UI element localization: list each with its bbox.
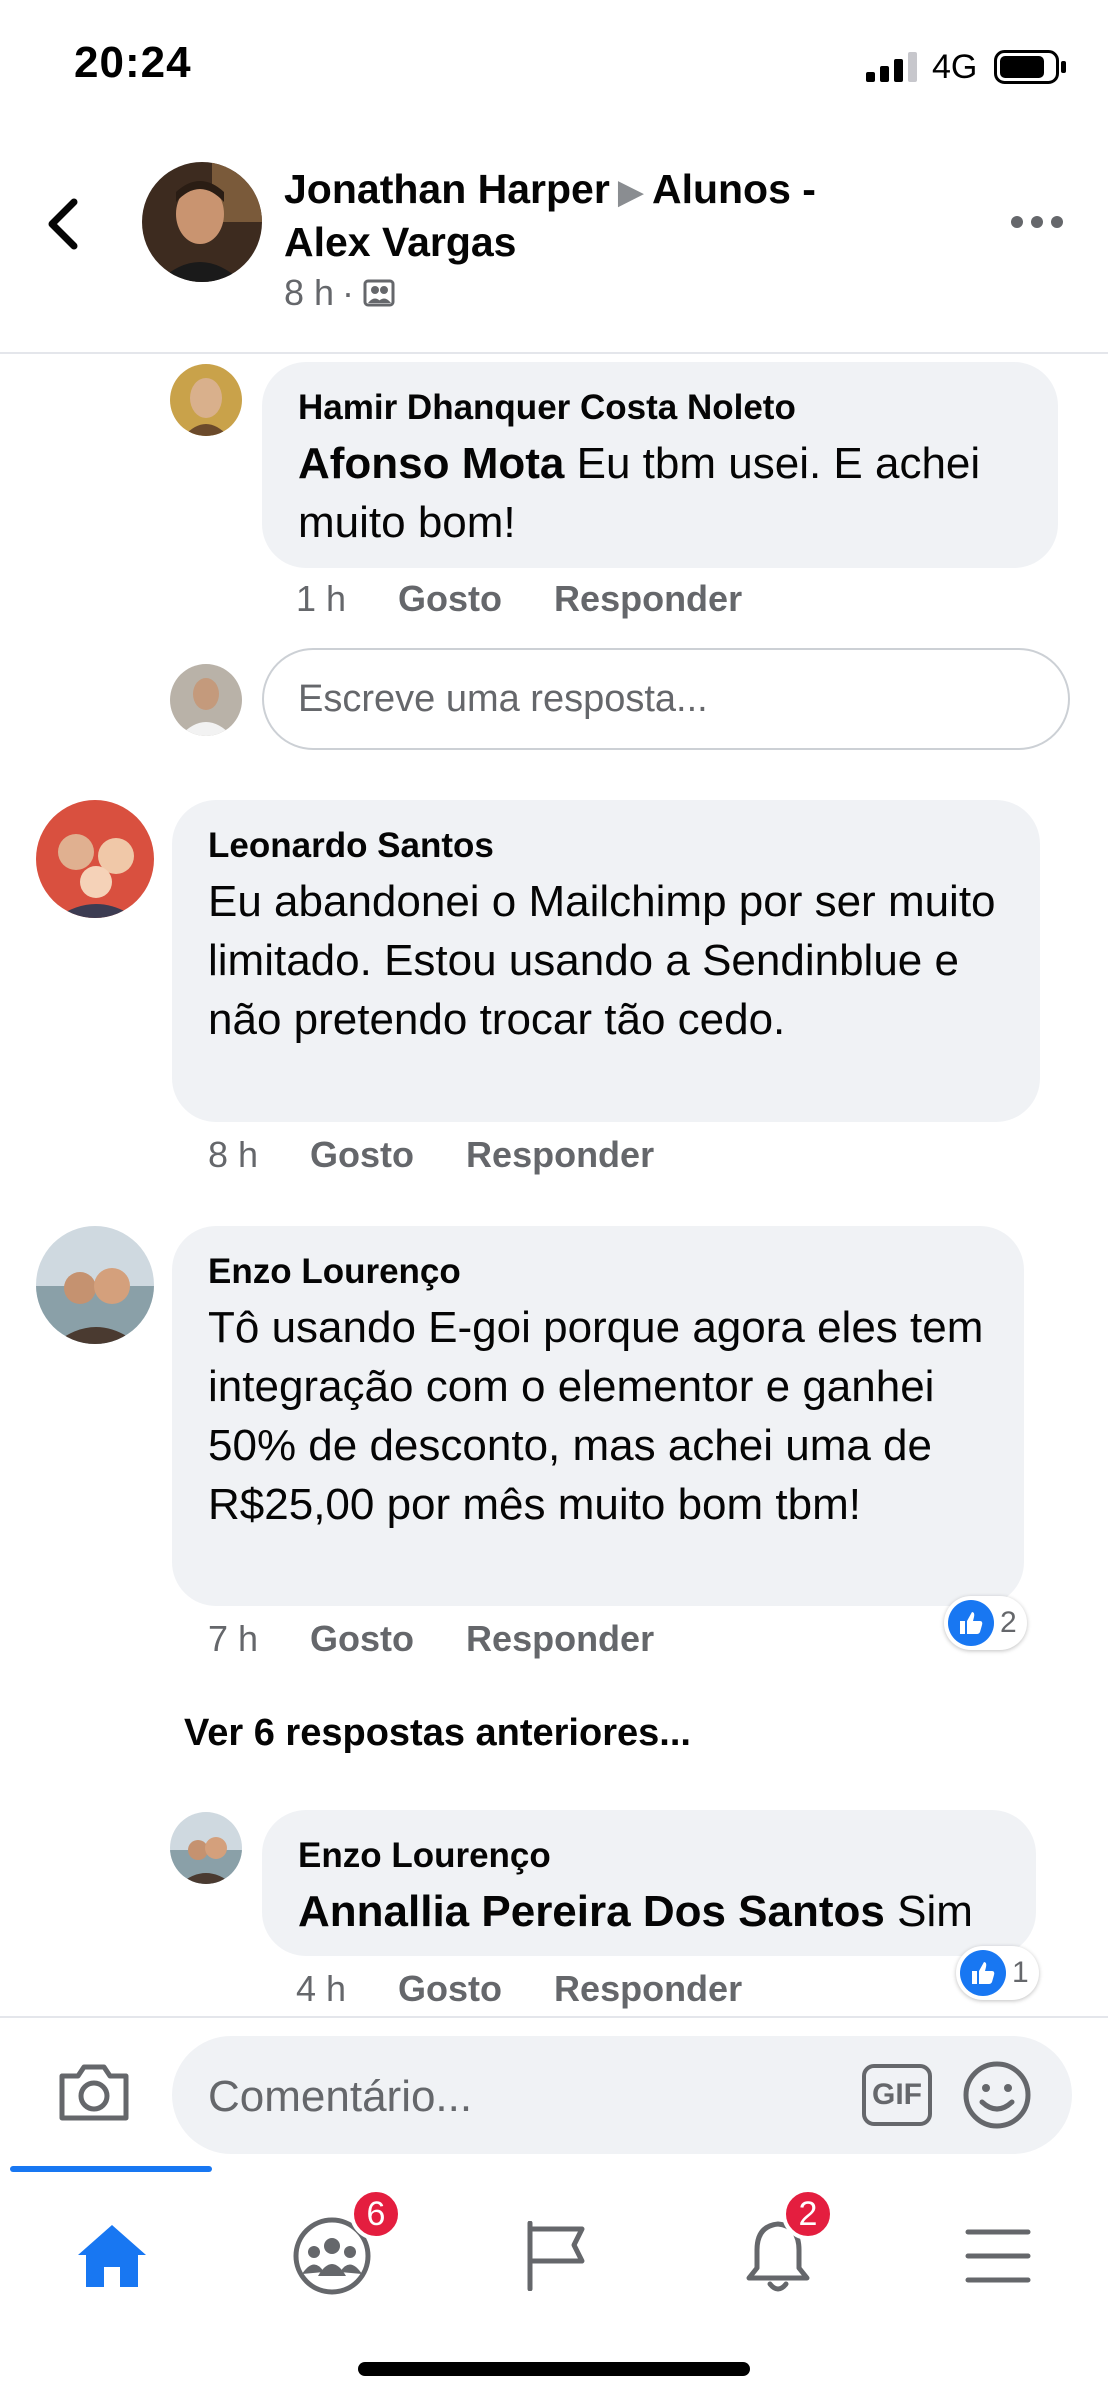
commenter-name[interactable]: Enzo Lourenço xyxy=(298,1834,1000,1878)
commenter-avatar[interactable] xyxy=(36,1226,154,1344)
like-button[interactable]: Gosto xyxy=(398,578,502,620)
nav-menu[interactable] xyxy=(938,2196,1058,2316)
home-indicator[interactable] xyxy=(358,2362,750,2376)
post-title[interactable]: Jonathan Harper ▶ Alunos - Alex Vargas xyxy=(284,164,924,267)
post-time: 8 h xyxy=(284,272,335,313)
comment-time: 4 h xyxy=(296,1968,347,2009)
group-name[interactable]: Alunos - xyxy=(652,166,816,212)
comment-actions: 4 h Gosto Responder xyxy=(296,1968,742,2010)
comment-text: Tô usando E-goi porque agora eles tem in… xyxy=(208,1303,984,1529)
status-bar: 20:24 4G xyxy=(0,0,1108,120)
battery-icon xyxy=(994,50,1066,84)
home-icon xyxy=(78,2225,146,2287)
status-time: 20:24 xyxy=(74,38,192,87)
commenter-avatar[interactable] xyxy=(170,364,242,436)
comment-bubble[interactable]: Hamir Dhanquer Costa Noleto Afonso Mota … xyxy=(262,362,1058,568)
network-type: 4G xyxy=(932,48,978,86)
emoji-icon[interactable] xyxy=(962,2060,1032,2130)
reply-button[interactable]: Responder xyxy=(554,1968,742,2010)
like-button[interactable]: Gosto xyxy=(310,1134,414,1176)
post-meta: 8 h · xyxy=(284,272,396,314)
post-header: Jonathan Harper ▶ Alunos - Alex Vargas 8 h… xyxy=(0,140,1108,354)
mention[interactable]: Afonso Mota xyxy=(298,439,564,488)
like-button[interactable]: Gosto xyxy=(398,1968,502,2010)
author-avatar[interactable] xyxy=(142,162,262,282)
reply-button[interactable]: Responder xyxy=(466,1134,654,1176)
commenter-name[interactable]: Hamir Dhanquer Costa Noleto xyxy=(298,386,1022,430)
nav-home[interactable] xyxy=(52,2196,172,2316)
active-tab-indicator xyxy=(10,2166,212,2172)
groups-badge: 6 xyxy=(350,2188,402,2240)
group-name-line2[interactable]: Alex Vargas xyxy=(284,219,517,265)
comment-actions: 8 h Gosto Responder xyxy=(208,1134,654,1176)
like-reaction-icon xyxy=(948,1600,994,1646)
comment-actions: 1 h Gosto Responder xyxy=(296,578,742,620)
reply-button[interactable]: Responder xyxy=(554,578,742,620)
camera-icon[interactable] xyxy=(56,2062,132,2124)
reply-input[interactable]: Escreve uma resposta... xyxy=(262,648,1070,750)
my-avatar xyxy=(170,664,242,736)
flag-icon xyxy=(527,2221,585,2291)
author-name[interactable]: Jonathan Harper xyxy=(284,166,610,212)
menu-icon xyxy=(965,2229,1031,2283)
reaction-count[interactable]: 1 xyxy=(956,1946,1039,2000)
shared-to-arrow-icon: ▶ xyxy=(617,173,644,211)
meta-dot: · xyxy=(342,272,355,313)
comment-bubble[interactable]: Enzo Lourenço Tô usando E-goi porque ago… xyxy=(172,1226,1024,1606)
comment-time: 7 h xyxy=(208,1618,259,1659)
view-previous-replies-link[interactable]: Ver 6 respostas anteriores... xyxy=(184,1712,691,1755)
back-arrow-icon[interactable] xyxy=(44,196,84,252)
more-options-icon[interactable] xyxy=(1010,214,1064,230)
like-button[interactable]: Gosto xyxy=(310,1618,414,1660)
comment-time: 8 h xyxy=(208,1134,259,1175)
commenter-name[interactable]: Enzo Lourenço xyxy=(208,1250,988,1294)
comment-actions: 7 h Gosto Responder xyxy=(208,1618,654,1660)
comment-placeholder: Comentário... xyxy=(208,2072,473,2121)
comment-text: Afonso Mota Eu tbm usei. E achei muito b… xyxy=(298,439,981,547)
comment-bubble[interactable]: Leonardo Santos Eu abandonei o Mailchimp… xyxy=(172,800,1040,1122)
comment-input[interactable]: Comentário... GIF xyxy=(172,2036,1072,2154)
group-privacy-icon xyxy=(363,279,395,307)
comment-text: Annallia Pereira Dos Santos Sim xyxy=(298,1887,973,1936)
mention[interactable]: Annallia Pereira Dos Santos xyxy=(298,1887,885,1936)
reply-button[interactable]: Responder xyxy=(466,1618,654,1660)
comment-text: Eu abandonei o Mailchimp por ser muito l… xyxy=(208,877,996,1044)
comment-bubble[interactable]: Enzo Lourenço Annallia Pereira Dos Santo… xyxy=(262,1810,1036,1956)
like-reaction-icon xyxy=(960,1950,1006,1996)
reaction-count[interactable]: 2 xyxy=(944,1596,1027,1650)
commenter-avatar[interactable] xyxy=(36,800,154,918)
notifications-badge: 2 xyxy=(782,2188,834,2240)
comment-composer: Comentário... GIF xyxy=(0,2016,1108,2166)
cellular-signal-icon xyxy=(866,52,917,82)
commenter-name[interactable]: Leonardo Santos xyxy=(208,824,1004,868)
nav-pages[interactable] xyxy=(496,2196,616,2316)
gif-icon[interactable]: GIF xyxy=(862,2064,932,2126)
commenter-avatar[interactable] xyxy=(170,1812,242,1884)
comment-time: 1 h xyxy=(296,578,347,619)
